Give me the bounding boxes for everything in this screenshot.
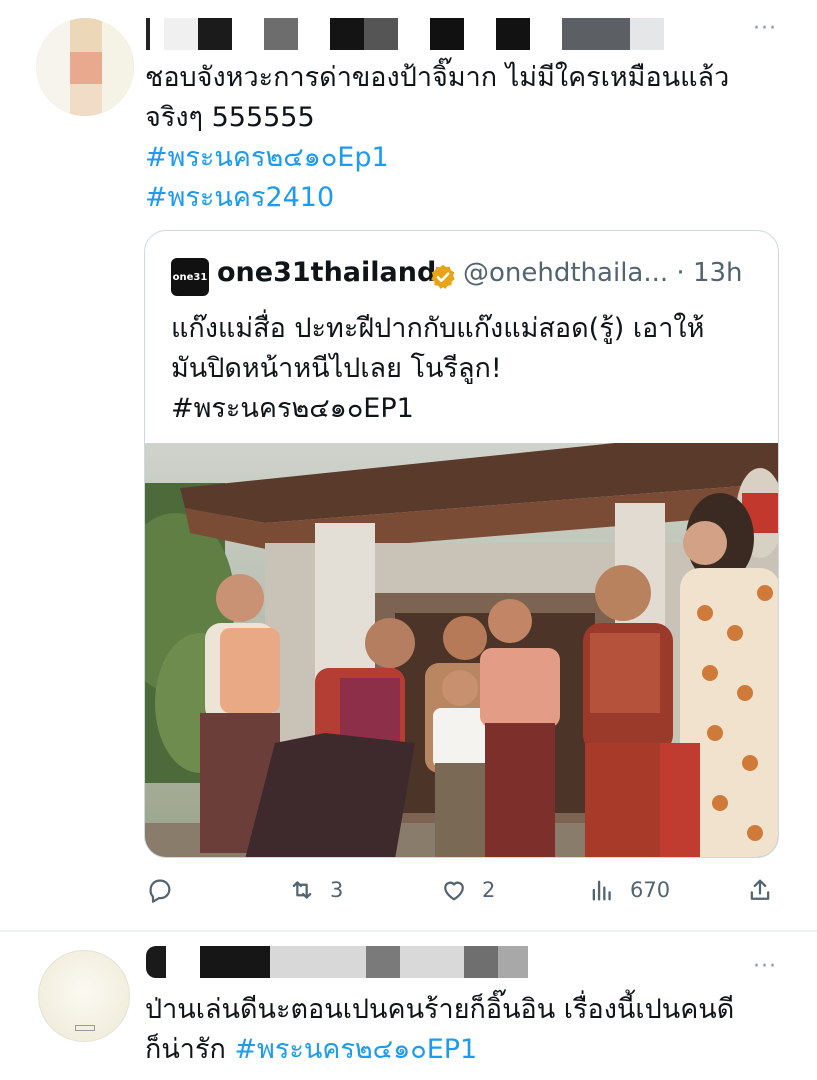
quoted-text-line: มันปิดหน้าหนีไปเลย โนรีลูก! (171, 353, 502, 384)
more-icon[interactable]: ··· (753, 16, 777, 41)
verified-badge-icon (431, 264, 455, 289)
hashtag-link[interactable]: #พระนคร๒๔๑๐Ep1 (145, 138, 729, 178)
retweet-button[interactable]: 3 (288, 868, 343, 912)
tweet[interactable]: ··· ชอบจังหวะการด่าของป้าจิ๊มาก ไม่มีใคร… (0, 0, 817, 930)
like-count: 2 (482, 878, 496, 902)
quoted-author-name[interactable]: one31thailand (217, 257, 436, 288)
quoted-handle-time: @onehdthaila... · 13h (463, 258, 743, 288)
hashtag-link[interactable]: #พระนคร2410 (145, 178, 729, 218)
retweet-count: 3 (330, 878, 344, 902)
tweet-actions: 3 2 670 (0, 868, 817, 912)
like-button[interactable]: 2 (440, 868, 495, 912)
tweet-photo[interactable] (145, 443, 779, 858)
tweet-text-plain: ก็น่ารัก (145, 1034, 235, 1065)
reply-icon (149, 879, 171, 903)
views-count: 670 (630, 878, 671, 902)
quoted-hashtag[interactable]: #พระนคร๒๔๑๐EP1 (171, 389, 704, 429)
tweet-text-line: ชอบจังหวะการด่าของป้าจิ๊มาก ไม่มีใครเหมื… (145, 62, 730, 93)
hashtag-link[interactable]: #พระนคร๒๔๑๐EP1 (234, 1034, 477, 1065)
tweet[interactable]: ··· ป่านเล่นดีนะตอนเปนคนร้ายก็อิ๊นอิน เร… (0, 932, 817, 1080)
share-icon (750, 879, 770, 900)
avatar[interactable] (38, 950, 130, 1042)
views-icon (592, 880, 611, 901)
tweet-text: ชอบจังหวะการด่าของป้าจิ๊มาก ไม่มีใครเหมื… (145, 58, 729, 218)
share-button[interactable] (746, 868, 774, 912)
more-icon[interactable]: ··· (753, 954, 777, 979)
tweet-text: ป่านเล่นดีนะตอนเปนคนร้ายก็อิ๊นอิน เรื่อง… (145, 990, 734, 1070)
tweet-text-line: ป่านเล่นดีนะตอนเปนคนร้ายก็อิ๊นอิน เรื่อง… (145, 994, 735, 1025)
avatar[interactable] (36, 18, 134, 116)
tweet-text-line: จริงๆ 555555 (145, 102, 315, 133)
quoted-text-line: แก๊งแม่สื่อ ปะทะฝีปากกับแก๊งแม่สอด(รู้) … (171, 313, 705, 344)
quoted-author-avatar[interactable]: one31 (171, 258, 209, 296)
reply-button[interactable] (146, 868, 188, 912)
quoted-tweet[interactable]: one31 one31thailand @onehdthaila... · 13… (144, 230, 779, 858)
like-icon (444, 881, 464, 901)
views-button[interactable]: 670 (588, 868, 670, 912)
tweet-text-line: ก็น่ารัก #พระนคร๒๔๑๐EP1 (145, 1030, 734, 1070)
retweet-icon (292, 881, 312, 899)
quoted-tweet-text: แก๊งแม่สื่อ ปะทะฝีปากกับแก๊งแม่สอด(รู้) … (171, 309, 704, 429)
